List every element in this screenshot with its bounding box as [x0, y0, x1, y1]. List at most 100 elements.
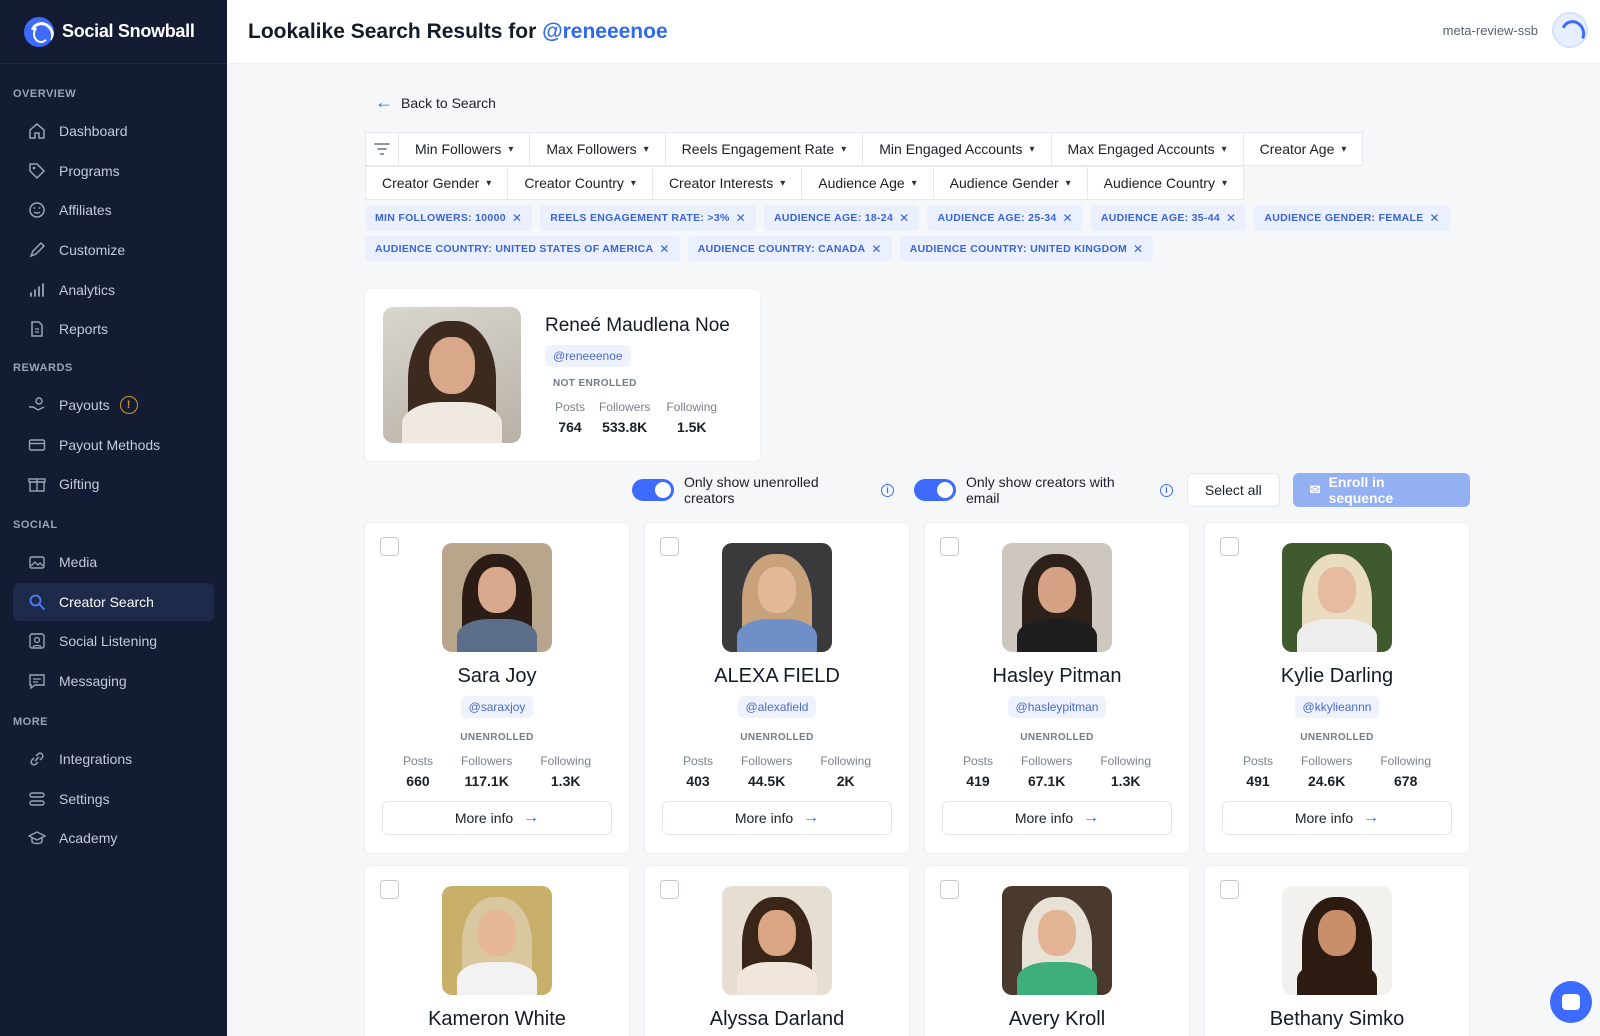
close-icon[interactable]: ✕	[871, 242, 881, 256]
account-avatar[interactable]	[1552, 12, 1588, 48]
info-icon[interactable]: i	[1159, 483, 1173, 497]
creator-handle[interactable]: @alexafield	[737, 696, 817, 718]
reference-name: Reneé Maudlena Noe	[545, 315, 730, 336]
creator-status: UNENROLLED	[1020, 732, 1094, 743]
filter-dropdown-creator-country[interactable]: Creator Country ▾	[507, 166, 653, 200]
creator-status: UNENROLLED	[740, 732, 814, 743]
sidebar-item-media[interactable]: Media	[13, 543, 214, 581]
filter-dropdown-creator-interests[interactable]: Creator Interests ▾	[651, 166, 803, 200]
brand[interactable]: Social Snowball	[0, 0, 227, 64]
page-title-handle[interactable]: @reneeenoe	[542, 20, 668, 43]
sidebar-item-programs[interactable]: Programs	[13, 152, 214, 190]
sidebar-item-settings[interactable]: Settings	[13, 780, 214, 818]
more-info-button[interactable]: More info →	[1222, 801, 1452, 835]
filter-chip-label: AUDIENCE AGE: 25-34	[937, 212, 1057, 224]
more-info-button[interactable]: More info →	[382, 801, 612, 835]
filter-dropdown-creator-age[interactable]: Creator Age ▾	[1242, 132, 1364, 166]
creator-handle[interactable]: @saraxjoy	[460, 696, 534, 718]
more-info-button[interactable]: More info →	[662, 801, 892, 835]
page-title: Lookalike Search Results for @reneeenoe	[248, 20, 668, 44]
sidebar-item-social-listening[interactable]: Social Listening	[13, 622, 214, 660]
sidebar-item-reports[interactable]: Reports	[13, 310, 214, 348]
email-switch[interactable]	[914, 479, 956, 501]
sidebar: Social Snowball OVERVIEW Dashboard Program…	[0, 0, 227, 1036]
filter-icon[interactable]	[365, 132, 399, 166]
sidebar-item-affiliates[interactable]: Affiliates	[13, 191, 214, 229]
filter-chip-label: REELS ENGAGEMENT RATE: >3%	[550, 212, 730, 224]
creator-name: Alyssa Darland	[709, 1008, 845, 1030]
filter-dropdown-audience-age[interactable]: Audience Age ▾	[801, 166, 934, 200]
followers-label: Followers	[1020, 754, 1073, 768]
filter-dropdown-audience-gender[interactable]: Audience Gender ▾	[932, 166, 1088, 200]
creator-select-checkbox[interactable]	[940, 880, 959, 899]
sidebar-item-payout-methods[interactable]: Payout Methods	[13, 426, 214, 464]
following-label: Following	[1100, 754, 1152, 768]
close-icon[interactable]: ✕	[1063, 211, 1073, 225]
filter-label: Creator Interests	[668, 175, 774, 191]
more-info-label: More info	[454, 810, 514, 826]
creator-select-checkbox[interactable]	[940, 537, 959, 556]
enroll-in-sequence-button[interactable]: ✉ Enroll in sequence	[1292, 473, 1471, 507]
sidebar-item-academy[interactable]: Academy	[13, 819, 214, 857]
followers-value: 117.1K	[464, 773, 509, 789]
close-icon[interactable]: ✕	[899, 211, 909, 225]
filter-chip: MIN FOLLOWERS: 10000 ✕	[365, 205, 533, 231]
account-menu[interactable]: meta-review-ssb	[1443, 12, 1588, 48]
creator-select-checkbox[interactable]	[660, 880, 679, 899]
filter-label: Creator Gender	[382, 175, 480, 191]
back-to-search-link[interactable]: ← Back to Search	[375, 92, 496, 113]
more-info-button[interactable]: More info →	[942, 801, 1172, 835]
creator-select-checkbox[interactable]	[380, 537, 399, 556]
close-icon[interactable]: ✕	[1430, 211, 1440, 225]
bar-chart-icon	[27, 280, 47, 300]
creator-name: Hasley Pitman	[992, 665, 1122, 687]
tag-icon	[27, 161, 47, 181]
close-icon[interactable]: ✕	[1133, 242, 1143, 256]
sidebar-item-label: Academy	[59, 830, 118, 847]
filter-dropdown-audience-country[interactable]: Audience Country ▾	[1086, 166, 1244, 200]
sidebar-item-dashboard[interactable]: Dashboard	[13, 112, 214, 150]
sidebar-item-gifting[interactable]: Gifting	[13, 465, 214, 503]
creator-handle[interactable]: @kkylieannn	[1294, 696, 1380, 718]
filter-dropdown-max-engaged-accounts[interactable]: Max Engaged Accounts ▾	[1050, 132, 1244, 166]
unenrolled-toggle[interactable]: Only show unenrolled creators i	[632, 474, 895, 506]
sidebar-item-creator-search[interactable]: Creator Search	[13, 582, 214, 621]
filter-dropdown-creator-gender[interactable]: Creator Gender ▾	[365, 166, 509, 200]
creator-select-checkbox[interactable]	[1220, 537, 1239, 556]
creator-select-checkbox[interactable]	[1220, 880, 1239, 899]
sidebar-item-label: Media	[59, 554, 98, 570]
sidebar-item-integrations[interactable]: Integrations	[13, 740, 214, 778]
sidebar-item-payouts[interactable]: Payouts!	[13, 386, 214, 424]
followers-label: Followers	[1300, 754, 1353, 768]
creator-card: Bethany Simko	[1205, 866, 1469, 1036]
info-icon[interactable]: i	[881, 483, 895, 497]
sidebar-item-analytics[interactable]: Analytics	[13, 271, 214, 309]
reference-handle[interactable]: @reneeenoe	[545, 345, 631, 367]
chevron-down-icon: ▾	[1341, 143, 1347, 155]
followers-label: Followers	[599, 400, 651, 414]
followers-label: Followers	[740, 754, 793, 768]
filter-dropdown-reels-engagement-rate[interactable]: Reels Engagement Rate ▾	[664, 132, 864, 166]
close-icon[interactable]: ✕	[512, 211, 522, 225]
unenrolled-switch[interactable]	[632, 479, 674, 501]
filter-label: Max Engaged Accounts	[1067, 141, 1215, 157]
filter-dropdown-min-followers[interactable]: Min Followers ▾	[398, 132, 531, 166]
chevron-down-icon: ▾	[1221, 143, 1227, 155]
sidebar-item-customize[interactable]: Customize	[13, 231, 214, 269]
sidebar-item-label: Messaging	[59, 673, 127, 690]
creator-select-checkbox[interactable]	[380, 880, 399, 899]
chat-support-button[interactable]	[1550, 981, 1592, 1023]
close-icon[interactable]: ✕	[736, 211, 746, 225]
filter-dropdown-min-engaged-accounts[interactable]: Min Engaged Accounts ▾	[862, 132, 1052, 166]
email-toggle[interactable]: Only show creators with email i	[914, 474, 1173, 506]
creator-handle[interactable]: @hasleypitman	[1007, 696, 1107, 718]
close-icon[interactable]: ✕	[1226, 211, 1236, 225]
select-all-button[interactable]: Select all	[1186, 473, 1280, 507]
message-icon	[27, 671, 47, 691]
creator-select-checkbox[interactable]	[660, 537, 679, 556]
account-name[interactable]: meta-review-ssb	[1443, 23, 1538, 38]
filter-dropdown-max-followers[interactable]: Max Followers ▾	[529, 132, 666, 166]
posts-label: Posts	[402, 754, 433, 768]
sidebar-item-messaging[interactable]: Messaging	[13, 662, 214, 700]
close-icon[interactable]: ✕	[659, 242, 669, 256]
